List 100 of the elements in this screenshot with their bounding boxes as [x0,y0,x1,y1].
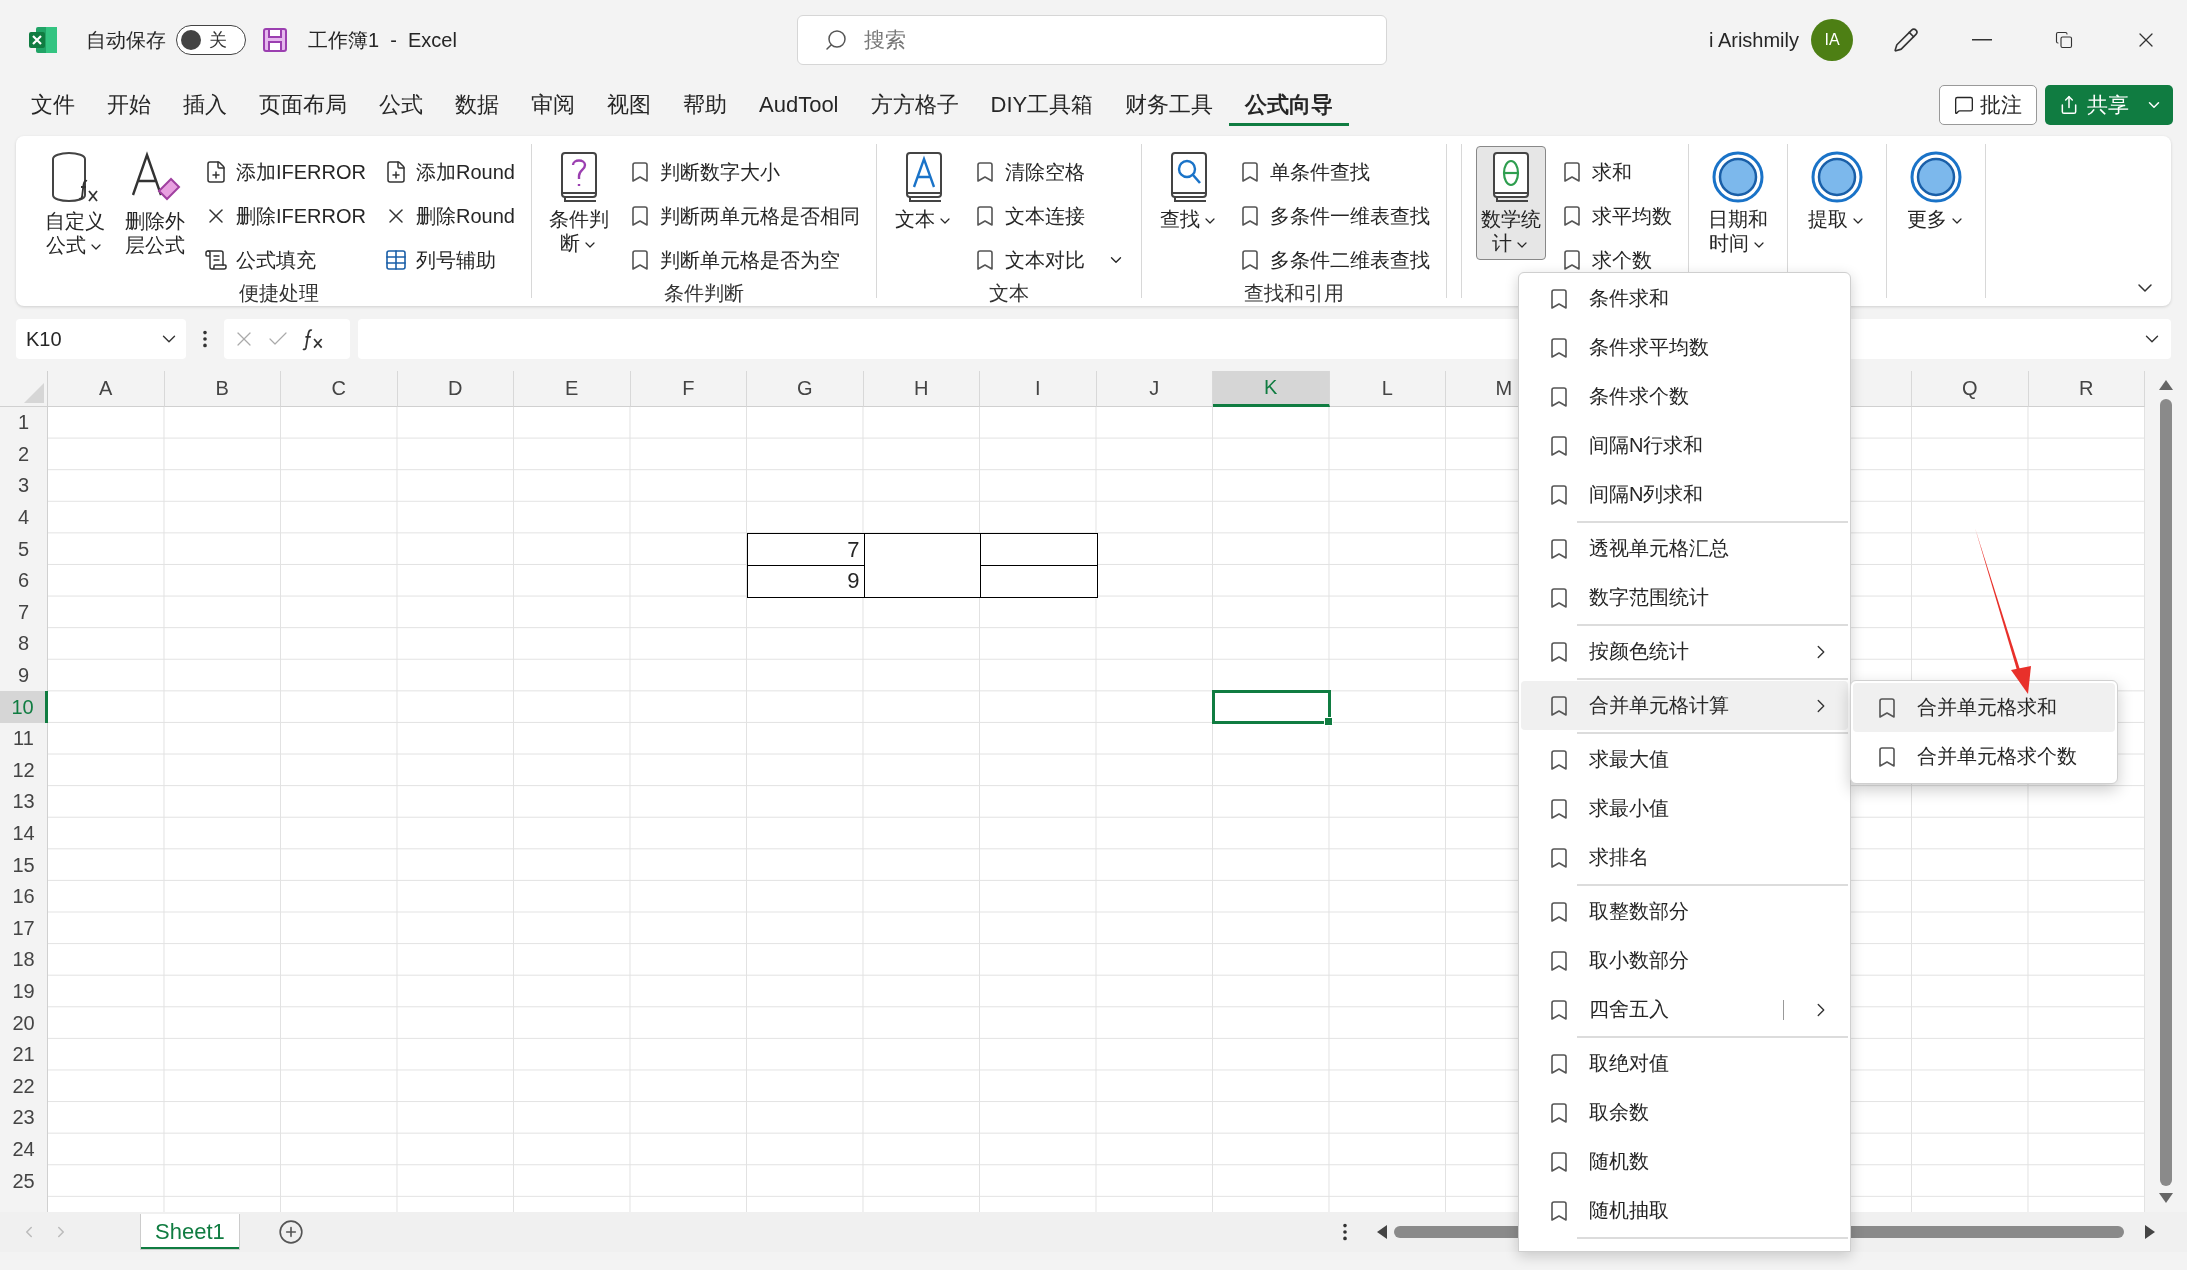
ribbon-button[interactable]: 删除外层公式 [120,146,190,262]
row-header[interactable]: 2 [0,438,48,471]
column-header[interactable]: Q [1912,371,2029,407]
ribbon-tab[interactable]: 开始 [91,84,167,126]
save-icon[interactable] [262,27,288,53]
ribbon-button[interactable]: 数学统计 [1475,146,1546,260]
ribbon-tab[interactable]: 文件 [15,84,91,126]
row-header[interactable]: 25 [0,1165,48,1197]
scrollbar-thumb[interactable] [2160,399,2172,1186]
row-header[interactable]: 1 [0,407,48,439]
ribbon-button[interactable]: 添加IFERROR [200,152,370,192]
column-header[interactable]: I [980,371,1097,407]
ribbon-button[interactable]: 查找 [1153,146,1224,236]
ribbon-button[interactable]: 列号辅助 [380,240,519,280]
column-header[interactable]: B [164,371,281,407]
menu-item[interactable]: 取小数部分 [1521,936,1848,985]
row-header[interactable]: 3 [0,470,48,502]
ribbon-tab[interactable]: AudTool [743,84,855,126]
ribbon-button[interactable]: 删除IFERROR [200,196,370,236]
row-header[interactable]: 13 [0,786,48,818]
row-header[interactable]: 4 [0,501,48,534]
row-header[interactable]: 5 [0,533,48,565]
selected-cell[interactable] [1212,690,1331,724]
row-header[interactable]: 19 [0,975,48,1008]
row-header[interactable]: 10 [0,691,48,723]
menu-item[interactable]: 数字范围统计 [1521,573,1848,622]
ribbon-button[interactable]: 公式填充 [200,240,370,280]
menu-item[interactable]: 求最小值 [1521,784,1848,833]
autosave-toggle[interactable]: 关 [176,25,246,55]
menu-item[interactable]: 间隔N列求和 [1521,470,1848,519]
ribbon-button[interactable]: 删除Round [380,196,519,236]
menu-item[interactable]: 合并单元格计算 [1521,681,1848,730]
scroll-left-icon[interactable] [1375,1224,1388,1240]
ribbon-button[interactable]: 判断两单元格是否相同 [623,196,864,236]
ribbon-tab[interactable]: 方方格子 [854,84,975,126]
name-box[interactable]: K10 [16,319,186,359]
ribbon-tab[interactable]: 审阅 [515,84,591,126]
column-header[interactable]: A [48,371,165,407]
scroll-down-icon[interactable] [2158,1192,2174,1204]
column-header[interactable]: L [1329,371,1446,407]
add-sheet-icon[interactable] [277,1219,304,1245]
row-header[interactable]: 16 [0,880,48,913]
row-header[interactable]: 20 [0,1007,48,1039]
row-header[interactable]: 12 [0,754,48,787]
menu-item[interactable]: 合并单元格求和 [1853,683,2115,732]
ribbon-tab[interactable]: 视图 [591,84,667,126]
menu-item[interactable]: 合并单元格求个数 [1853,732,2115,781]
ribbon-button[interactable]: 文本连接 [968,196,1129,236]
ribbon-tab[interactable]: 插入 [167,84,243,126]
menu-item[interactable]: 透视单元格汇总 [1521,524,1848,573]
scroll-right-icon[interactable] [2143,1224,2156,1240]
row-header[interactable]: 11 [0,722,48,755]
share-button[interactable]: 共享 [2045,85,2173,125]
menu-item[interactable]: 间隔N行求和 [1521,421,1848,470]
ribbon-tab[interactable]: 公式向导 [1229,84,1350,126]
ribbon-tab[interactable]: 数据 [439,84,515,126]
ribbon-button[interactable]: 判断数字大小 [623,152,864,192]
column-header[interactable]: J [1096,371,1213,407]
menu-item[interactable]: 求最大值 [1521,735,1848,784]
user-avatar[interactable]: IA [1811,19,1853,61]
ribbon-tab[interactable]: 财务工具 [1109,84,1230,126]
search-field[interactable]: 搜索 [796,15,1387,65]
menu-item[interactable]: 四舍五入 [1521,985,1848,1034]
ribbon-button[interactable]: 文本对比 [968,240,1129,280]
comments-button[interactable]: 批注 [1939,85,2037,125]
pencil-icon[interactable] [1893,27,1919,53]
ribbon-tab[interactable]: 公式 [363,84,439,126]
row-header[interactable]: 8 [0,628,48,660]
ribbon-button[interactable]: 判断单元格是否为空 [623,240,864,280]
row-header[interactable]: 24 [0,1133,48,1166]
column-header[interactable]: G [747,371,864,407]
row-header[interactable]: 15 [0,849,48,881]
menu-item[interactable]: 求排名 [1521,833,1848,882]
row-header[interactable]: 9 [0,659,48,692]
row-header[interactable]: 17 [0,912,48,945]
ribbon-button[interactable]: 自定义公式 [40,146,110,262]
scroll-up-icon[interactable] [2158,379,2174,391]
ribbon-button[interactable]: 清除空格 [968,152,1129,192]
ribbon-button[interactable]: 求和 [1555,152,1676,192]
column-header[interactable]: H [863,371,980,407]
column-header[interactable]: D [397,371,514,407]
ribbon-button[interactable]: 求平均数 [1555,196,1676,236]
column-header[interactable]: E [514,371,631,407]
menu-item[interactable]: 随机抽取 [1521,1186,1848,1235]
column-header[interactable]: C [281,371,398,407]
ribbon-button[interactable]: 单条件查找 [1233,152,1434,192]
ribbon-button[interactable]: 文本 [888,146,959,236]
menu-item[interactable]: 取余数 [1521,1088,1848,1137]
row-header[interactable]: 7 [0,596,48,629]
column-header[interactable]: F [630,371,747,407]
row-header[interactable]: 18 [0,944,48,976]
ribbon-button[interactable]: 日期和时间 [1702,146,1773,260]
row-header[interactable]: 14 [0,817,48,850]
ribbon-button[interactable]: 提取 [1801,146,1872,236]
column-header[interactable]: K [1213,371,1330,407]
menu-item[interactable]: 条件求平均数 [1521,323,1848,372]
ribbon-tab[interactable]: 页面布局 [243,84,363,126]
menu-item[interactable]: 随机数 [1521,1137,1848,1186]
ribbon-button[interactable]: 更多 [1900,146,1971,236]
row-header[interactable]: 22 [0,1070,48,1103]
